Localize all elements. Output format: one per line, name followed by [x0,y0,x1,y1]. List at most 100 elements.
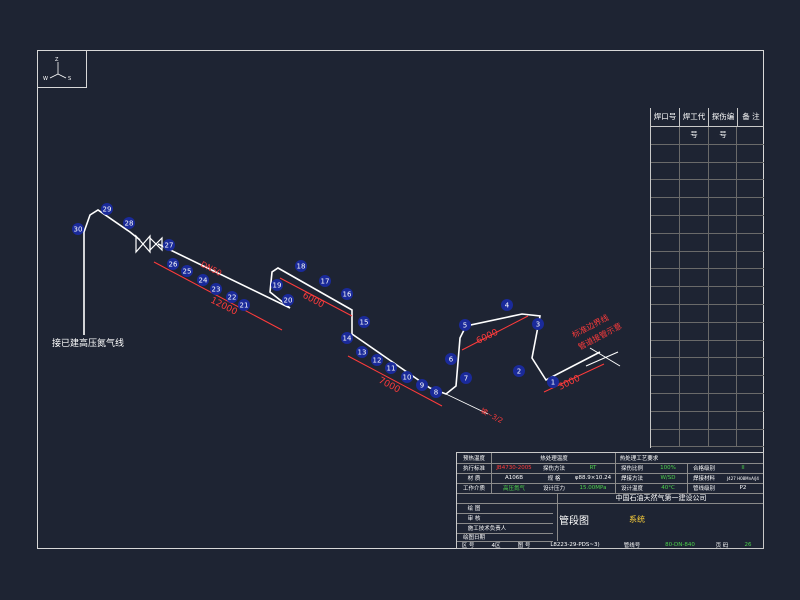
weld-table-row [651,411,764,430]
weld-table-cell [651,376,680,393]
weld-table-cell [737,216,764,233]
weld-table-row [651,162,764,181]
weld-table-cell [709,215,738,233]
tb-divider [557,493,558,541]
tb-label: 热处理温度 [540,456,568,462]
axis-box [37,50,87,88]
weld-table-cell [680,429,709,447]
weld-table-cell [709,287,738,304]
weld-table-cell [737,252,764,269]
tb-divider [491,453,492,493]
weld-table-row [651,304,764,323]
weld-table-cell [651,358,680,376]
tb-label: 图 号 [517,543,531,549]
weld-table-row [651,233,764,252]
weld-table-row [651,322,764,341]
tb-label: 焊接材料 [692,476,715,482]
company-name: 中国石油天然气第一建设公司 [615,494,707,502]
weld-table-cell [680,411,709,429]
weld-table-cell [680,144,709,162]
weld-table-cell [651,269,680,287]
weld-table-cell [680,376,709,393]
tb-label: 工作介质 [462,486,485,492]
weld-table-row [651,127,764,145]
weld-table-cell [680,215,709,233]
tb-label: 规 格 [547,476,561,482]
weld-table-cell [737,341,764,358]
tb-label: 页 码 [715,543,729,549]
col-weld-no: 焊口号 [651,108,680,126]
tb-value: 100% [660,465,676,471]
weld-table-cell [709,429,738,447]
weld-table-row [651,429,764,448]
tb-label: 施工技术负责人 [467,526,507,532]
weld-table-row [651,251,764,270]
weld-table-cell [680,340,709,358]
tb-label: 管线级别 [692,486,715,492]
tb-label: 预热温度 [462,456,485,462]
weld-table-body [651,127,764,448]
tb-value: P2 [739,485,747,491]
weld-table-header: 焊口号 焊工代号 探伤编号 备 注 [651,108,764,139]
tb-label: 设计温度 [620,486,643,492]
weld-table-cell [651,198,680,215]
tb-value: 15.00MPa [579,485,607,491]
weld-table-cell [709,251,738,269]
tb-label: 区 号 [461,543,475,549]
weld-table-cell [680,251,709,269]
tb-label: 探伤方法 [542,466,565,472]
weld-table-cell [680,180,709,198]
weld-table-cell [651,233,680,251]
tb-divider [615,453,616,493]
weld-table-cell [651,429,680,447]
weld-table-cell [651,287,680,304]
weld-table-cell [737,163,764,180]
tb-value: J427 H08MnA/J4 [727,475,759,481]
weld-table-cell [680,269,709,287]
weld-table-cell [709,340,738,358]
weld-table: 焊口号 焊工代号 探伤编号 备 注 [650,108,764,448]
col-remark: 备 注 [742,112,760,121]
weld-table-cell [737,394,764,411]
weld-table-cell [737,358,764,375]
weld-table-cell [737,412,764,429]
weld-table-cell [709,304,738,322]
weld-table-row [651,180,764,199]
weld-table-cell [709,198,738,215]
weld-table-row [651,376,764,394]
weld-table-cell [737,127,764,144]
weld-table-cell [709,411,738,429]
col-welder: 焊工代号 [680,108,709,139]
weld-table-cell [709,376,738,393]
weld-table-row [651,144,764,163]
weld-table-cell [709,322,738,340]
weld-table-row [651,393,764,412]
weld-table-cell [709,233,738,251]
weld-table-cell [651,322,680,340]
tb-value: 80-DN-840 [665,542,695,548]
drawing-title: 管段图 [559,515,589,527]
weld-table-cell [651,393,680,411]
weld-table-cell [651,127,680,144]
tb-value: φ88.9×10.24 [574,475,612,481]
tb-value: W/SD [660,475,676,481]
weld-table-cell [737,180,764,197]
tb-label: 管线号 [623,543,641,549]
weld-table-cell [737,269,764,286]
tb-label: 设计压力 [542,486,565,492]
tb-label: 执行标准 [462,466,485,472]
weld-table-cell [709,269,738,287]
weld-table-cell [680,198,709,215]
weld-table-cell [709,127,738,144]
weld-table-cell [680,322,709,340]
weld-table-cell [680,233,709,251]
tb-value: 高压氮气 [502,486,525,492]
tb-value: II [741,465,745,471]
weld-table-cell [737,430,764,447]
title-block: 预热温度 热处理温度 热处理工艺要求 执行标准 JB4730-2005 探伤方法… [456,452,764,549]
weld-table-cell [737,234,764,251]
weld-table-cell [651,180,680,198]
weld-table-row [651,198,764,216]
weld-table-cell [737,305,764,322]
tb-label: 绘 图 [467,506,481,512]
